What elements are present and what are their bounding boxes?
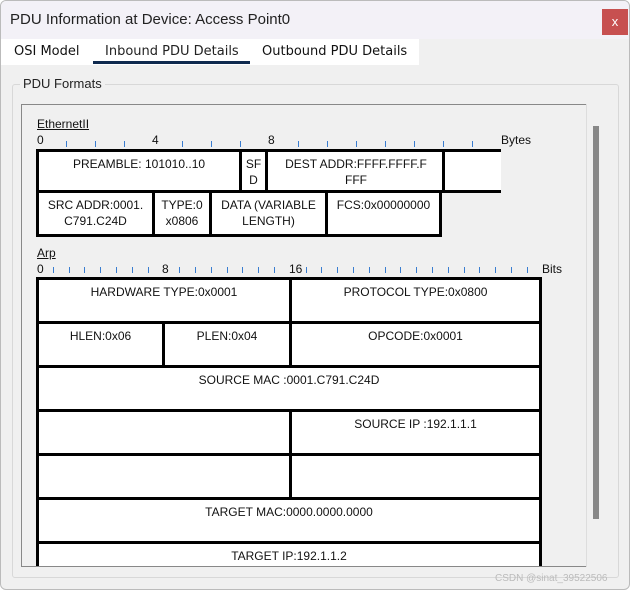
opcode-field: OPCODE:0x0001 xyxy=(289,321,542,368)
ruler-tick xyxy=(124,141,125,147)
ruler-label: 4 xyxy=(152,133,159,147)
ruler-unit: Bytes xyxy=(501,133,532,147)
target-mac-field: TARGET MAC:0000.0000.0000 xyxy=(36,497,542,544)
ruler-tick xyxy=(400,267,402,273)
ruler-tick xyxy=(511,267,512,273)
ruler-tick xyxy=(414,141,415,147)
type-field: TYPE:0 x0806 xyxy=(152,190,212,237)
ruler-tick xyxy=(258,267,260,273)
source-mac-field: SOURCE MAC :0001.C791.C24D xyxy=(36,365,542,412)
ruler-tick xyxy=(52,267,54,273)
ethernet-empty-field xyxy=(442,149,501,193)
ruler-tick xyxy=(385,141,386,147)
preamble-field: PREAMBLE: 101010..10 xyxy=(36,149,242,193)
pdu-info-window: PDU Information at Device: Access Point0… xyxy=(0,0,630,590)
watermark: CSDN @sinat_39522506 xyxy=(495,573,608,584)
ruler-tick xyxy=(495,267,497,273)
ruler-tick xyxy=(305,267,307,273)
ruler-tick xyxy=(447,267,449,273)
ethernet-title: EthernetII xyxy=(37,117,90,131)
ruler-label: 8 xyxy=(268,133,275,147)
ruler-tick xyxy=(472,141,473,147)
ruler-tick xyxy=(526,267,528,273)
ruler-label: 0 xyxy=(37,262,44,276)
target-ip-field: TARGET IP:192.1.1.2 xyxy=(36,541,542,566)
ruler-tick xyxy=(432,267,433,273)
ruler-tick xyxy=(179,267,181,273)
ruler-tick xyxy=(353,267,354,273)
ruler-tick xyxy=(131,267,133,273)
ruler-tick xyxy=(211,141,212,147)
hlen-field: HLEN:0x06 xyxy=(36,321,165,368)
sfd-field: SF D xyxy=(239,149,268,193)
hardware-type-field: HARDWARE TYPE:0x0001 xyxy=(36,277,292,324)
ruler-label: 0 xyxy=(37,133,44,147)
ruler-tick xyxy=(68,267,70,273)
ruler-label: 16 xyxy=(289,262,303,276)
data-field: DATA (VARIABLE LENGTH) xyxy=(209,190,328,237)
ruler-tick xyxy=(66,141,67,147)
ruler-tick xyxy=(242,267,244,273)
src-addr-field: SRC ADDR:0001. C791.C24D xyxy=(36,190,155,237)
ruler-tick xyxy=(463,267,465,273)
arp-title: Arp xyxy=(37,246,56,260)
ruler-tick xyxy=(356,141,357,147)
ruler-tick xyxy=(240,141,241,147)
ruler-tick xyxy=(327,141,328,147)
scrollbar-thumb[interactable] xyxy=(593,126,599,519)
ruler-tick xyxy=(298,141,299,147)
ruler-tick xyxy=(479,267,481,273)
ruler-tick xyxy=(182,141,183,147)
source-mac-continued-field xyxy=(36,409,292,456)
ruler-tick xyxy=(443,141,444,147)
ruler-tick xyxy=(84,267,86,273)
ruler-unit: Bits xyxy=(542,262,563,276)
ruler-tick xyxy=(226,267,228,273)
plen-field: PLEN:0x04 xyxy=(162,321,292,368)
protocol-type-field: PROTOCOL TYPE:0x0800 xyxy=(289,277,542,324)
close-button[interactable]: x xyxy=(602,9,628,35)
ruler-tick xyxy=(368,267,370,273)
ruler-tick xyxy=(337,267,339,273)
ruler-tick xyxy=(95,141,96,147)
source-ip-field: SOURCE IP :192.1.1.1 xyxy=(289,409,542,456)
ruler-tick xyxy=(321,267,323,273)
ruler-tick xyxy=(100,267,102,273)
ruler-tick xyxy=(210,267,212,273)
ruler-tick xyxy=(416,267,418,273)
ruler-tick xyxy=(147,267,149,273)
ruler-label: 8 xyxy=(162,262,169,276)
dest-addr-field: DEST ADDR:FFFF.FFFF.F FFF xyxy=(265,149,445,193)
target-mac-mid-field xyxy=(289,453,542,500)
ruler-tick xyxy=(116,267,117,273)
target-mac-start-field xyxy=(36,453,292,500)
ruler-tick xyxy=(274,267,275,273)
ruler-tick xyxy=(384,267,386,273)
fcs-field: FCS:0x00000000 xyxy=(325,190,442,237)
ruler-tick xyxy=(195,267,196,273)
